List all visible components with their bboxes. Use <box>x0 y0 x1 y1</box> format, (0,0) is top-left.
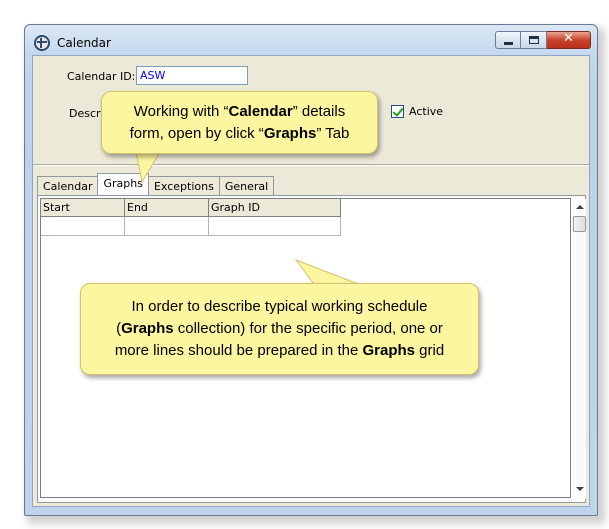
column-header-start[interactable]: Start <box>41 199 125 217</box>
vertical-scrollbar[interactable] <box>573 199 586 499</box>
callout-graphs-tab-hint: Working with “Calendar” details form, op… <box>101 91 378 154</box>
form-divider <box>33 164 589 166</box>
callout-bottom-line-1: In order to describe typical working sch… <box>131 298 428 315</box>
scroll-up-arrow-icon[interactable] <box>576 205 584 209</box>
grid-row <box>41 217 341 236</box>
minimize-icon <box>504 42 513 45</box>
cell-start[interactable] <box>41 217 125 236</box>
scroll-down-arrow-icon[interactable] <box>576 487 584 491</box>
callout-top-line-1: Working with “Calendar” details <box>133 103 346 120</box>
description-label: Descri <box>69 107 104 120</box>
close-icon: ✕ <box>563 31 574 46</box>
column-header-end[interactable]: End <box>125 199 209 217</box>
grid-header: Start End Graph ID <box>41 199 341 217</box>
cell-end[interactable] <box>125 217 209 236</box>
active-checkbox[interactable] <box>391 105 404 118</box>
scroll-thumb[interactable] <box>573 216 586 232</box>
title-bar[interactable]: Calendar ✕ <box>25 25 597 55</box>
window-controls: ✕ <box>495 31 591 49</box>
calendar-id-input[interactable]: ASW <box>136 66 248 85</box>
close-button[interactable]: ✕ <box>547 31 591 49</box>
callout-bottom-line-2: (Graphs collection) for the specific per… <box>116 320 443 337</box>
maximize-icon <box>529 36 539 44</box>
callout-top-line-2: form, open by click “Graphs” Tab <box>129 125 350 142</box>
cell-graph-id[interactable] <box>209 217 341 236</box>
tab-calendar[interactable]: Calendar <box>37 176 99 195</box>
app-icon <box>34 35 50 51</box>
tab-general[interactable]: General <box>218 176 275 195</box>
active-checkbox-group[interactable]: Active <box>391 105 443 118</box>
maximize-button[interactable] <box>521 31 547 49</box>
callout-graphs-grid-hint: In order to describe typical working sch… <box>80 283 479 375</box>
column-header-graph-id[interactable]: Graph ID <box>209 199 341 217</box>
active-label: Active <box>409 105 444 118</box>
minimize-button[interactable] <box>495 31 521 49</box>
window-title: Calendar <box>57 36 111 50</box>
calendar-id-label: Calendar ID: <box>67 70 136 83</box>
callout-bottom-line-3: more lines should be prepared in the Gra… <box>114 342 445 359</box>
